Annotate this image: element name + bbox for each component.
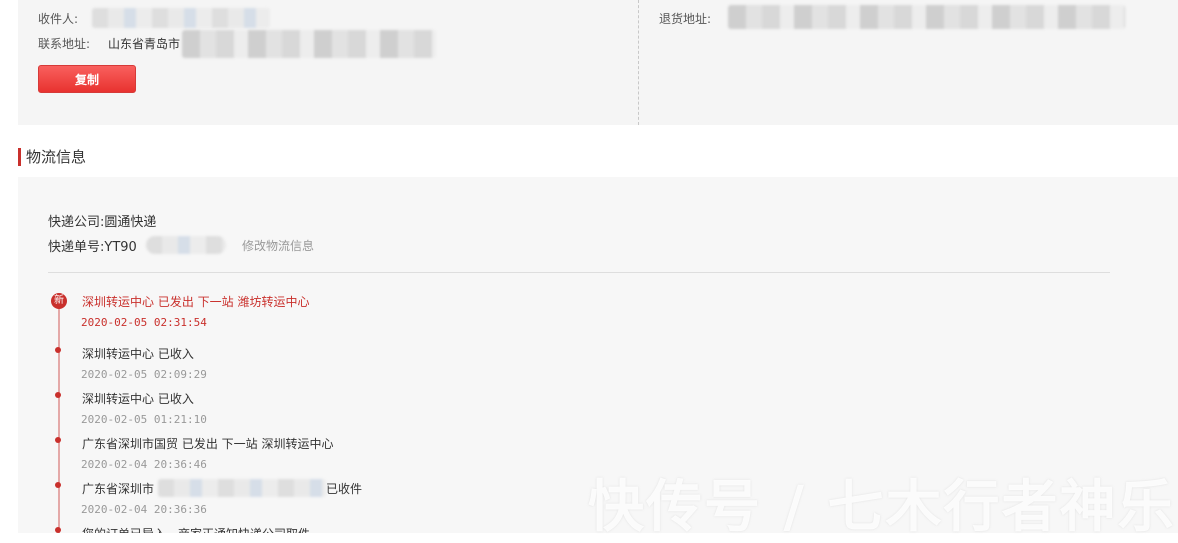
tracking-number-value: YT90 — [104, 240, 137, 255]
event-text-redacted — [158, 479, 326, 497]
tracking-number-label: 快递单号: — [48, 240, 105, 255]
watermark-text: 快传号 / 七木行者神乐 — [588, 475, 1176, 540]
return-address-redacted — [728, 5, 1125, 29]
edit-logistics-link[interactable]: 修改物流信息 — [242, 237, 314, 254]
courier-company-row: 快递公司:圆通快递 — [48, 211, 156, 230]
event-text: 广东省深圳市国贸 已发出 下一站 深圳转运中心 — [82, 437, 334, 451]
panel-divider — [638, 0, 639, 125]
address-value: 山东省青岛市 — [108, 37, 181, 51]
tracking-number-redacted — [146, 236, 226, 254]
event-text-suffix: 已收件 — [326, 482, 363, 496]
copy-button[interactable]: 复制 — [38, 65, 136, 93]
courier-company-label: 快递公司: — [48, 215, 105, 230]
section-title-logistics: 物流信息 — [18, 148, 86, 166]
event-time: 2020-02-04 20:36:46 — [81, 458, 207, 471]
courier-company-value: 圆通快递 — [104, 215, 157, 230]
event-time: 2020-02-05 02:31:54 — [81, 316, 207, 329]
logistics-divider — [48, 272, 1110, 273]
timeline-dot — [55, 527, 61, 533]
timeline-dot — [55, 437, 61, 443]
address-redacted — [182, 30, 436, 58]
event-time: 2020-02-05 02:09:29 — [81, 368, 207, 381]
new-event-badge: 新 — [51, 293, 67, 309]
tracking-number-row: 快递单号:YT90 — [48, 236, 137, 255]
timeline-dot — [55, 482, 61, 488]
event-text: 深圳转运中心 已收入 — [82, 392, 194, 406]
event-text: 深圳转运中心 已发出 下一站 潍坊转运中心 — [82, 295, 310, 309]
event-text: 您的订单已导入，商家正通知快递公司取件 — [82, 525, 310, 533]
event-text: 深圳转运中心 已收入 — [82, 347, 194, 361]
timeline-dot — [55, 347, 61, 353]
event-time: 2020-02-04 20:36:36 — [81, 503, 207, 516]
recipient-label: 收件人: — [38, 12, 79, 26]
event-time: 2020-02-05 01:21:10 — [81, 413, 207, 426]
recipient-redacted — [92, 8, 270, 28]
timeline-line — [58, 299, 60, 533]
return-address-label: 退货地址: — [659, 12, 712, 26]
timeline-dot — [55, 392, 61, 398]
event-text: 广东省深圳市 — [82, 482, 155, 496]
address-label: 联系地址: — [38, 37, 91, 51]
contact-panel: 收件人: 联系地址: 山东省青岛市 复制 退货地址: — [18, 0, 1178, 125]
